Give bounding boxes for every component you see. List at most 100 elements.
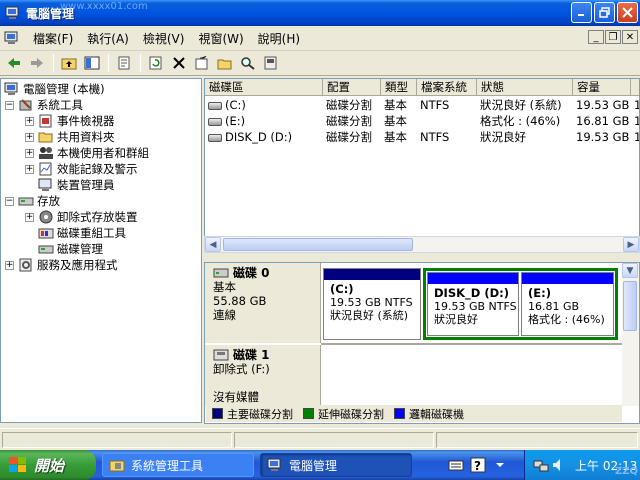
expand-icon[interactable]: +: [25, 164, 34, 174]
volume-name: (C:): [225, 98, 246, 112]
tree-item-device-manager[interactable]: 裝置管理員: [25, 177, 115, 193]
tree-item-performance-logs[interactable]: + 效能記錄及警示: [25, 161, 138, 177]
taskbar-item-label: 系統管理工具: [131, 458, 204, 473]
menu-help[interactable]: 說明(H): [251, 30, 307, 47]
column-header-free[interactable]: [631, 79, 639, 96]
column-header-status[interactable]: 狀態: [477, 79, 573, 96]
minimize-button[interactable]: [571, 2, 592, 23]
tree-item-event-viewer[interactable]: + 事件檢視器: [25, 113, 115, 129]
open-button[interactable]: [214, 53, 236, 73]
partition-e[interactable]: (E:) 16.81 GB 格式化 : (46%): [521, 272, 614, 336]
tree-item-storage[interactable]: − 存放: [5, 193, 60, 209]
mmc-console-icon[interactable]: [4, 31, 20, 45]
disk-check-icon: [264, 56, 277, 70]
scroll-down-button[interactable]: ▼: [622, 263, 638, 278]
show-hide-tree-button[interactable]: [81, 53, 103, 73]
filesystem-cell: NTFS: [420, 98, 450, 112]
mdi-close-button[interactable]: ✕: [622, 30, 638, 44]
forward-button[interactable]: [26, 53, 48, 73]
column-header-capacity[interactable]: 容量: [573, 79, 631, 96]
column-header-volume[interactable]: 磁碟區: [205, 79, 323, 96]
list-header: 磁碟區 配置 類型 檔案系統 狀態 容量: [205, 79, 639, 96]
close-button[interactable]: [617, 2, 638, 23]
scroll-thumb[interactable]: [223, 238, 413, 251]
tree-label: 卸除式存放裝置: [57, 210, 138, 224]
collapse-icon[interactable]: −: [5, 100, 14, 110]
tools-icon: [19, 99, 32, 111]
tree-item-defragmenter[interactable]: 磁碟重組工具: [25, 225, 126, 241]
tree-item-removable-storage[interactable]: + 卸除式存放裝置: [25, 209, 138, 225]
mdi-restore-button[interactable]: ❐: [605, 30, 621, 44]
refresh-button[interactable]: [145, 53, 167, 73]
mdi-minimize-button[interactable]: _: [588, 30, 604, 44]
arrow-right-icon: ▶: [627, 239, 635, 250]
scroll-right-button[interactable]: ▶: [623, 237, 639, 252]
expand-icon[interactable]: +: [25, 148, 34, 158]
collapse-icon[interactable]: −: [5, 196, 14, 206]
minimize-icon: _: [593, 31, 599, 43]
menu-view[interactable]: 檢視(V): [136, 30, 192, 47]
horizontal-scrollbar[interactable]: ◀ ▶: [204, 236, 640, 253]
expand-icon[interactable]: +: [25, 212, 34, 222]
start-button[interactable]: 開始: [0, 450, 96, 480]
taskbar-item-admin-tools[interactable]: 系統管理工具: [102, 453, 254, 477]
filesystem-cell: [417, 113, 477, 129]
tree-label: 事件檢視器: [57, 114, 115, 128]
up-one-level-button[interactable]: [58, 53, 80, 73]
partition-d[interactable]: DISK_D (D:) 19.53 GB NTFS 狀況良好: [427, 272, 519, 336]
disk-0-label[interactable]: 磁碟 0 基本 55.88 GB 連線: [205, 263, 321, 343]
taskbar-item-computer-management[interactable]: 電腦管理: [260, 453, 412, 477]
arrow-left-icon: [8, 58, 20, 68]
vertical-scrollbar[interactable]: ▲ ▼: [622, 263, 639, 406]
tree-item-services-apps[interactable]: + 服務及應用程式: [5, 257, 118, 273]
tree-item-local-users[interactable]: + 本機使用者和群組: [25, 145, 149, 161]
help-icon[interactable]: ?: [470, 457, 486, 473]
tree-item-shared-folders[interactable]: + 共用資料夾: [25, 129, 115, 145]
tree-label: 磁碟管理: [57, 242, 103, 256]
maximize-button[interactable]: [594, 2, 615, 23]
scroll-left-button[interactable]: ◀: [205, 237, 221, 252]
tree-label: 系統工具: [37, 98, 83, 112]
title-bar[interactable]: 電腦管理 www.xxxx01.com: [0, 0, 640, 26]
column-header-layout[interactable]: 配置: [323, 79, 381, 96]
network-icon[interactable]: [533, 457, 549, 473]
disk-name: 磁碟 0: [233, 266, 270, 280]
arrow-left-icon: ◀: [209, 239, 217, 250]
computer-management-icon: [4, 82, 18, 95]
volume-icon[interactable]: [551, 457, 565, 473]
back-button[interactable]: [3, 53, 25, 73]
expand-icon[interactable]: +: [25, 116, 34, 126]
chevron-down-icon[interactable]: [494, 459, 510, 475]
partition-c[interactable]: (C:) 19.53 GB NTFS 狀況良好 (系統): [323, 268, 421, 340]
find-button[interactable]: [237, 53, 259, 73]
disk-1-title: 磁碟 1: [213, 348, 320, 362]
column-header-filesystem[interactable]: 檔案系統: [417, 79, 477, 96]
layout-cell: 磁碟分割: [326, 130, 372, 144]
check-properties-icon: [195, 56, 208, 70]
menu-file[interactable]: 檔案(F): [26, 30, 80, 47]
disk-management-icon: [38, 245, 54, 254]
check-properties-button[interactable]: [191, 53, 213, 73]
table-row[interactable]: (E:) 磁碟分割 基本 格式化 : (46%) 16.81 GB 1: [205, 113, 639, 129]
menu-action[interactable]: 執行(A): [80, 30, 136, 47]
partition-name: DISK_D (D:): [434, 286, 509, 300]
column-header-type[interactable]: 類型: [381, 79, 417, 96]
tree-item-root[interactable]: 電腦管理 (本機): [4, 81, 105, 97]
tree-item-system-tools[interactable]: − 系統工具: [5, 97, 83, 113]
disk-1-label[interactable]: 磁碟 1 卸除式 (F:) 沒有媒體: [205, 345, 321, 407]
menu-window[interactable]: 視窗(W): [191, 30, 250, 47]
keyboard-icon[interactable]: [448, 457, 464, 473]
delete-button[interactable]: [168, 53, 190, 73]
partition-size: 19.53 GB NTFS: [434, 300, 517, 313]
expand-icon[interactable]: +: [25, 132, 34, 142]
disk-tool-button[interactable]: [260, 53, 282, 73]
free-cell: 1: [631, 129, 639, 145]
scroll-thumb[interactable]: [623, 281, 637, 331]
table-row[interactable]: (C:) 磁碟分割 基本 NTFS 狀況良好 (系統) 19.53 GB 1: [205, 97, 639, 113]
tree-item-disk-management[interactable]: 磁碟管理: [25, 241, 103, 257]
properties-button[interactable]: [113, 53, 135, 73]
status-bar: [0, 428, 640, 450]
table-row[interactable]: DISK_D (D:) 磁碟分割 基本 NTFS 狀況良好 19.53 GB 1: [205, 129, 639, 145]
expand-icon[interactable]: +: [5, 260, 14, 270]
